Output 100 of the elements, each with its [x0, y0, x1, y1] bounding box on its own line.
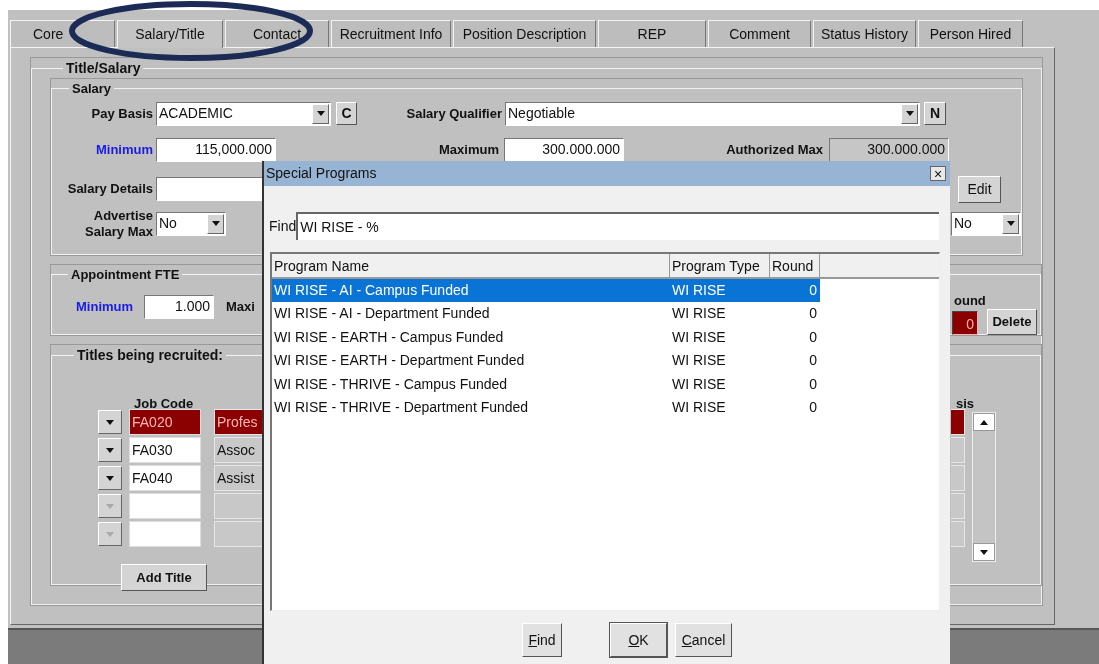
- edit-button[interactable]: Edit: [958, 175, 1001, 203]
- tab[interactable]: Comment: [708, 20, 811, 47]
- dropdown-button[interactable]: [98, 410, 122, 434]
- table-cell-text: WI RISE - AI - Campus Funded: [273, 281, 470, 300]
- caret-icon: [905, 111, 914, 116]
- table-cell-text: 0: [808, 374, 818, 394]
- column-header[interactable]: Round: [770, 254, 820, 277]
- readonly-field[interactable]: 300.000.000: [829, 137, 949, 162]
- tab[interactable]: Recruitment Info: [331, 20, 451, 47]
- field-label: Maximum: [438, 140, 499, 159]
- table-cell-text: WI RISE: [671, 351, 727, 371]
- field-label: Pay Basis: [90, 104, 153, 123]
- field-label: Find: [269, 216, 297, 236]
- dropdown-value: Negotiable: [508, 104, 576, 123]
- caret-icon: [106, 475, 114, 481]
- list-row[interactable]: WI RISE - THRIVE - Department Funded WI RISE 0: [272, 395, 820, 420]
- list-row[interactable]: WI RISE - THRIVE - Campus Funded WI RISE 0: [272, 372, 820, 396]
- input-field[interactable]: FA020: [129, 409, 201, 435]
- table-cell-text: 0: [808, 397, 818, 417]
- table-cell-text: 0: [808, 281, 818, 300]
- table-cell-text: WI RISE - EARTH - Department Funded: [273, 351, 526, 371]
- code-button[interactable]: C: [336, 102, 357, 125]
- field-label: Authorized Max: [725, 140, 823, 159]
- caret-icon: [106, 531, 114, 537]
- list-row[interactable]: WI RISE - EARTH - Department Funded WI RISE 0: [272, 349, 820, 373]
- tab[interactable]: Position Description: [453, 20, 596, 47]
- table-cell-text: WI RISE - THRIVE - Department Funded: [273, 397, 530, 417]
- dropdown-button[interactable]: [98, 466, 122, 490]
- group-title: Title/Salary: [65, 59, 142, 78]
- scroll-up-icon[interactable]: [973, 413, 995, 431]
- table-cell-text: WI RISE: [671, 281, 727, 300]
- input-field[interactable]: 115,000.000: [156, 137, 276, 162]
- caret-icon: [106, 447, 114, 453]
- dropdown-button[interactable]: [901, 103, 918, 124]
- dropdown-value: No: [954, 214, 973, 233]
- field-label: ound: [954, 291, 986, 310]
- dropdown-button[interactable]: [98, 438, 122, 462]
- scroll-down-icon[interactable]: [973, 543, 995, 561]
- list-row[interactable]: WI RISE - AI - Department Funded WI RISE 0: [272, 302, 820, 326]
- group-title: Salary: [71, 80, 113, 98]
- table-cell-text: WI RISE: [671, 304, 727, 324]
- search-field[interactable]: WI RISE - %: [296, 212, 940, 240]
- field-label: Minimum: [94, 140, 153, 159]
- dropdown-field[interactable]: No: [156, 211, 226, 236]
- delete-button[interactable]: Delete: [987, 308, 1037, 335]
- caret-icon: [106, 503, 114, 509]
- group-title: Appointment FTE: [70, 266, 181, 284]
- field-label: Salary Qualifier: [405, 104, 502, 123]
- table-cell-text: WI RISE - THRIVE - Campus Funded: [273, 374, 509, 394]
- table-cell-text: WI RISE: [671, 327, 727, 347]
- caret-icon: [211, 221, 220, 226]
- field-label: sis: [956, 395, 975, 413]
- table-cell-text: WI RISE - AI - Department Funded: [273, 304, 491, 324]
- input-field[interactable]: FA030: [129, 437, 201, 463]
- tab[interactable]: Core: [10, 20, 115, 47]
- tab[interactable]: REP: [598, 20, 706, 47]
- dropdown-field[interactable]: No: [951, 211, 1021, 236]
- group-title: Titles being recruited:: [76, 346, 224, 365]
- input-field[interactable]: Profes: [214, 409, 262, 435]
- list-row[interactable]: WI RISE - AI - Campus Funded WI RISE 0: [272, 279, 820, 303]
- add-title-button[interactable]: Add Title: [121, 564, 207, 591]
- caret-icon: [106, 419, 114, 425]
- code-button[interactable]: N: [924, 102, 946, 125]
- dropdown-field[interactable]: ACADEMIC: [156, 101, 331, 126]
- tab[interactable]: Person Hired: [918, 20, 1023, 47]
- table-cell-text: 0: [808, 351, 818, 371]
- input-field[interactable]: 1.000: [144, 294, 214, 319]
- dropdown-button[interactable]: [207, 213, 224, 234]
- input-field[interactable]: FA040: [129, 465, 201, 491]
- caret-icon: [316, 111, 325, 116]
- dropdown-value: ACADEMIC: [159, 104, 234, 123]
- input-field[interactable]: 300.000.000: [504, 137, 624, 162]
- dropdown-field[interactable]: Negotiable: [505, 101, 920, 126]
- table-cell-text: 0: [808, 304, 818, 324]
- input-field[interactable]: Assoc: [214, 437, 262, 463]
- scrollbar[interactable]: [972, 412, 996, 562]
- input-field[interactable]: 0: [952, 310, 978, 335]
- tab[interactable]: Salary/Title: [117, 20, 223, 48]
- button[interactable]: OK: [610, 623, 667, 657]
- field-label: Salary Details: [66, 180, 153, 199]
- caret-icon: [1006, 221, 1015, 226]
- column-header[interactable]: Program Type: [670, 254, 770, 277]
- tab[interactable]: Status History: [813, 20, 916, 47]
- list-row[interactable]: WI RISE - EARTH - Campus Funded WI RISE 0: [272, 325, 820, 350]
- button[interactable]: Find: [522, 623, 562, 657]
- table-cell-text: 0: [808, 327, 818, 347]
- field-label: Minimum: [76, 297, 135, 316]
- table-cell-text: WI RISE: [671, 397, 727, 417]
- close-button[interactable]: ×: [930, 166, 946, 181]
- dropdown-value: No: [159, 214, 178, 233]
- table-cell-text: WI RISE - EARTH - Campus Funded: [273, 327, 505, 347]
- table-cell-text: WI RISE: [671, 374, 727, 394]
- dropdown-button[interactable]: [312, 103, 329, 124]
- field-label: Maxi: [226, 297, 255, 316]
- dropdown-button[interactable]: [1002, 213, 1019, 234]
- column-header[interactable]: Program Name: [272, 254, 670, 277]
- button[interactable]: Cancel: [675, 623, 732, 657]
- dialog-title: Special Programs: [266, 164, 378, 183]
- field-label: Advertise Salary Max: [84, 207, 153, 240]
- input-field[interactable]: Assist: [214, 465, 262, 491]
